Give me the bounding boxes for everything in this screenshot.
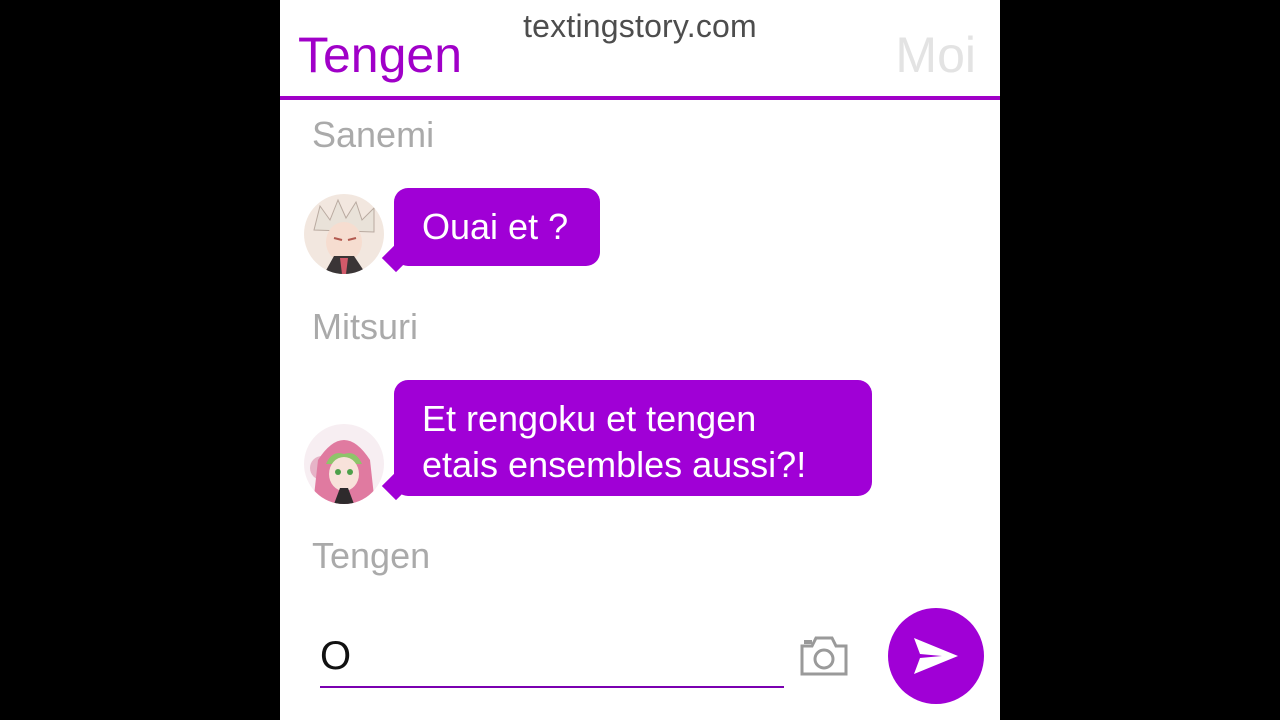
contact-name[interactable]: Tengen (298, 26, 462, 84)
message-line: etais ensembles aussi?! (422, 444, 807, 485)
header-divider (280, 96, 1000, 100)
camera-icon[interactable] (798, 634, 850, 678)
message-line: Et rengoku et tengen (422, 398, 757, 439)
self-label[interactable]: Moi (895, 26, 976, 84)
sender-name: Sanemi (312, 114, 435, 155)
message-bubble[interactable]: Ouai et ? (394, 188, 600, 266)
chat-screen: textingstory.com Tengen Moi Sanemi Ouai … (280, 0, 1000, 720)
message-text: Ouai et ? (422, 206, 569, 247)
avatar[interactable] (304, 194, 384, 274)
message-input[interactable]: O (320, 634, 351, 679)
send-button[interactable] (888, 608, 984, 704)
avatar-sanemi-image (304, 194, 384, 274)
sender-name: Mitsuri (312, 306, 418, 347)
message-input-underline (320, 686, 784, 688)
typing-sender-name: Tengen (312, 535, 431, 576)
avatar[interactable] (304, 424, 384, 504)
send-icon (914, 638, 958, 674)
message-bubble[interactable]: Et rengoku et tengen etais ensembles aus… (394, 380, 872, 496)
avatar-mitsuri-image (304, 424, 384, 504)
